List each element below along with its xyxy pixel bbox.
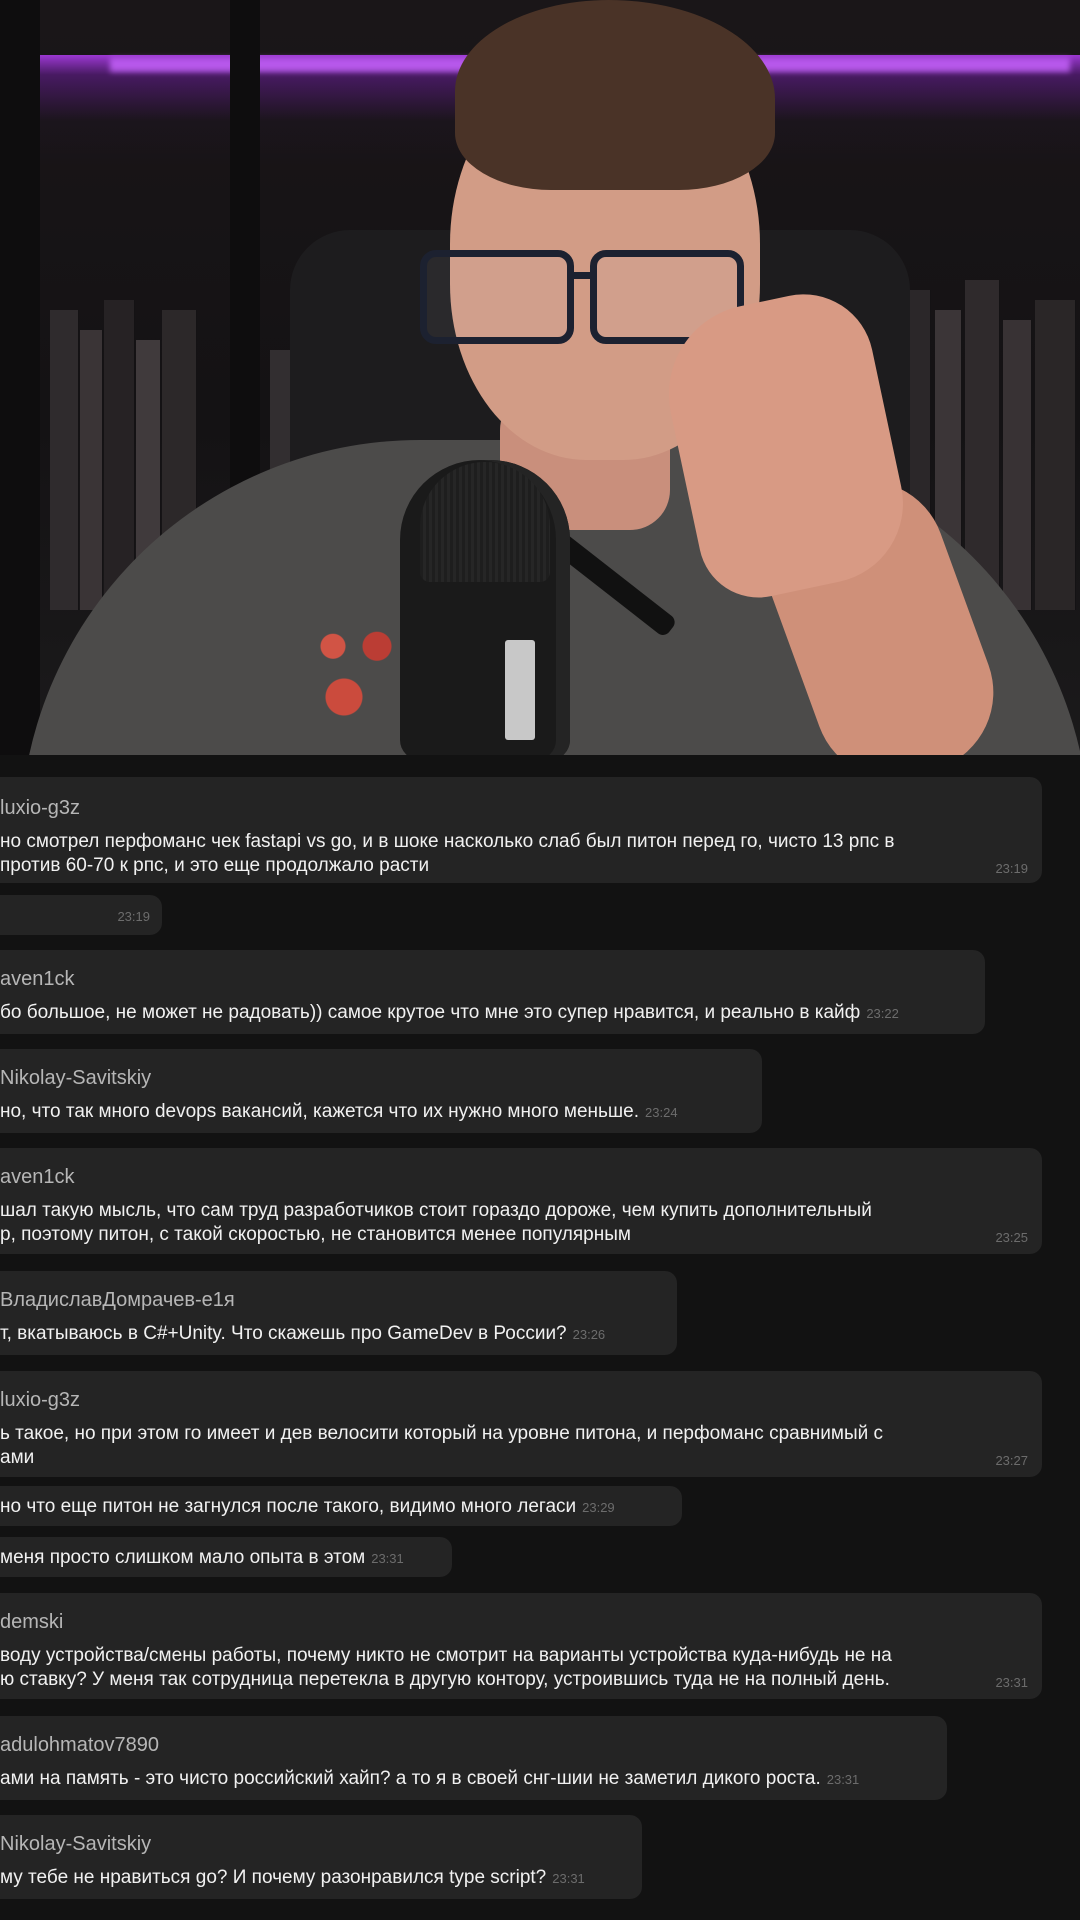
chat-text-line: ами — [0, 1447, 35, 1468]
chat-text-line: против 60-70 к рпс, и это еще продолжало… — [0, 855, 430, 876]
chat-text-line: но что еще питон не загнулся после таког… — [0, 1496, 615, 1517]
chat-text-line: му тебе не нравиться go? И почему разонр… — [0, 1867, 585, 1888]
chat-feed[interactable]: luxio-g3z но смотрел перфоманс чек fasta… — [0, 755, 1080, 1920]
chat-text-line: р, поэтому питон, с такой скоростью, не … — [0, 1224, 631, 1245]
chat-author[interactable]: luxio-g3z — [0, 797, 80, 820]
chat-author[interactable]: Nikolay-Savitskiy — [0, 1067, 151, 1090]
chat-message: Nikolay-Savitskiy но, что так много devo… — [0, 1049, 762, 1133]
chat-author[interactable]: adulohmatov7890 — [0, 1734, 159, 1757]
chat-message: aven1ck бо большое, не может не радовать… — [0, 950, 985, 1034]
chat-message: ВладиславДомрачев-е1я т, вкатываюсь в С#… — [0, 1271, 677, 1355]
chat-message: но что еще питон не загнулся после таког… — [0, 1486, 682, 1526]
chat-text-line: шал такую мысль, что сам труд разработчи… — [0, 1200, 872, 1221]
chat-timestamp: 23:24 — [645, 1105, 678, 1120]
chat-timestamp: 23:31 — [371, 1551, 404, 1566]
chat-author[interactable]: Nikolay-Savitskiy — [0, 1833, 151, 1856]
shirt-print — [300, 610, 410, 755]
chat-timestamp: 23:19 — [117, 909, 150, 924]
book — [1035, 300, 1076, 610]
chat-timestamp: 23:31 — [552, 1871, 585, 1886]
chat-text-line: но, что так много devops вакансий, кажет… — [0, 1101, 678, 1122]
chat-author[interactable]: ВладиславДомрачев-е1я — [0, 1289, 235, 1312]
chat-text-line: меня просто слишком мало опыта в этом 23:… — [0, 1547, 404, 1568]
glasses-lens-left — [420, 250, 574, 344]
video-player[interactable] — [0, 0, 1080, 755]
chat-message: меня просто слишком мало опыта в этом 23:… — [0, 1537, 452, 1577]
chat-text-line: ь такое, но при этом го имеет и дев вело… — [0, 1423, 884, 1444]
chat-text-line: ю ставку? У меня так сотрудница перетекл… — [0, 1669, 890, 1690]
chat-text-line: ами на память - это чисто российский хай… — [0, 1768, 860, 1789]
microphone-grille — [420, 462, 550, 582]
chat-message: adulohmatov7890 ами на память - это чист… — [0, 1716, 947, 1800]
chat-timestamp: 23:31 — [826, 1772, 860, 1787]
chat-message: luxio-g3z но смотрел перфоманс чек fasta… — [0, 777, 1042, 883]
chat-timestamp: 23:22 — [866, 1006, 899, 1021]
person-hair — [455, 0, 775, 190]
chat-text-line: но смотрел перфоманс чек fastapi vs go, … — [0, 831, 895, 852]
chat-text-line: бо большое, не может не радовать)) самое… — [0, 1002, 899, 1023]
chat-author[interactable]: luxio-g3z — [0, 1389, 80, 1412]
book — [50, 310, 79, 610]
chat-text-line: т, вкатываюсь в С#+Unity. Что скажешь пр… — [0, 1323, 606, 1344]
chat-message: 23:19 — [0, 895, 162, 935]
chat-message: demski воду устройства/смены работы, поч… — [0, 1593, 1042, 1699]
chat-author[interactable]: demski — [0, 1611, 63, 1634]
chat-timestamp: 23:26 — [572, 1327, 606, 1342]
microphone-logo — [505, 640, 535, 740]
chat-message: luxio-g3z ь такое, но при этом го имеет … — [0, 1371, 1042, 1477]
chat-timestamp: 23:19 — [995, 861, 1028, 876]
chat-timestamp: 23:27 — [995, 1453, 1028, 1468]
chat-text-line: воду устройства/смены работы, почему ник… — [0, 1645, 892, 1666]
chat-author[interactable]: aven1ck — [0, 968, 75, 991]
book — [1003, 320, 1032, 610]
book — [80, 330, 103, 610]
chat-message: aven1ck шал такую мысль, что сам труд ра… — [0, 1148, 1042, 1254]
chat-timestamp: 23:25 — [995, 1230, 1028, 1245]
chat-author[interactable]: aven1ck — [0, 1166, 75, 1189]
chat-message: Nikolay-Savitskiy му тебе не нравиться g… — [0, 1815, 642, 1899]
chat-timestamp: 23:31 — [995, 1675, 1028, 1690]
chat-timestamp: 23:29 — [582, 1500, 615, 1515]
